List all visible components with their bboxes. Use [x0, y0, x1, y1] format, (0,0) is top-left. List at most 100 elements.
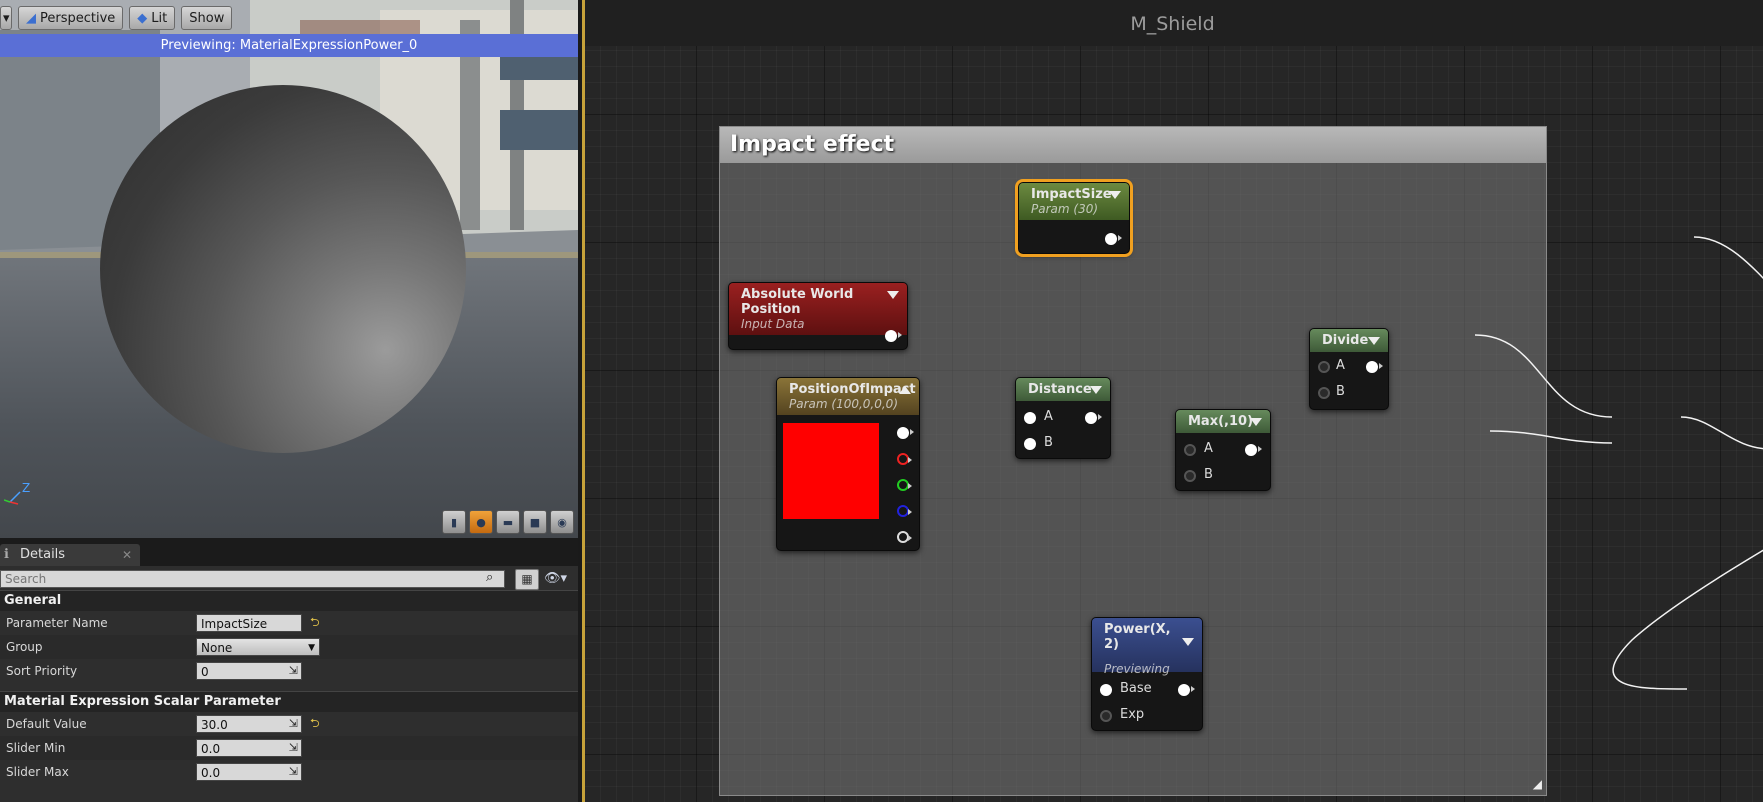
- node-abs-world-output-pin[interactable]: [885, 330, 902, 342]
- details-search-row: ⌕ ▦ 👁▾: [0, 568, 578, 590]
- node-distance-input-b[interactable]: [1024, 438, 1036, 450]
- collapse-arrow-icon[interactable]: [1090, 386, 1102, 394]
- lit-view-mode-button[interactable]: ◆ Lit: [129, 6, 176, 30]
- parameter-name-field[interactable]: ImpactSize: [196, 614, 302, 632]
- node-max-input-b[interactable]: [1184, 470, 1196, 482]
- node-divide-pin-b-label: B: [1336, 384, 1345, 399]
- details-info-icon: ℹ: [4, 547, 9, 562]
- show-label: Show: [189, 10, 225, 26]
- plane-icon[interactable]: ▬: [496, 510, 520, 534]
- node-absolute-world-position[interactable]: Absolute World Position Input Data: [728, 282, 908, 350]
- node-position-b-output-pin[interactable]: [897, 505, 912, 517]
- collapse-arrow-icon[interactable]: [1368, 337, 1380, 345]
- collapse-arrow-icon[interactable]: [1109, 191, 1121, 199]
- node-power-header[interactable]: Power(X, 2) Previewing: [1092, 618, 1202, 676]
- node-position-a-output-pin[interactable]: [897, 531, 912, 543]
- node-max-pin-b-label: B: [1204, 467, 1213, 482]
- node-divide-output-pin[interactable]: [1366, 361, 1383, 373]
- node-position-rgb-output-pin[interactable]: [897, 427, 914, 439]
- node-abs-world-header[interactable]: Absolute World Position Input Data: [729, 283, 907, 335]
- slider-min-field[interactable]: 0.0: [196, 739, 302, 757]
- node-distance[interactable]: Distance A B: [1015, 377, 1111, 459]
- node-position-g-output-pin[interactable]: [897, 479, 912, 491]
- node-max-input-a[interactable]: [1184, 444, 1196, 456]
- parameter-name-row: Parameter Name ImpactSize ⮌: [0, 611, 578, 635]
- material-graph-canvas[interactable]: M_Shield Impact effect ◢ ImpactSize Para…: [582, 0, 1763, 802]
- details-search-input[interactable]: [0, 570, 505, 588]
- default-value-label: Default Value: [6, 717, 87, 731]
- slider-max-field[interactable]: 0.0: [196, 763, 302, 781]
- lit-label: Lit: [151, 10, 168, 26]
- node-max-header[interactable]: Max(,10): [1176, 410, 1270, 433]
- view-options-eye-icon[interactable]: 👁▾: [544, 571, 567, 586]
- details-tab[interactable]: ℹ Details ✕: [0, 544, 140, 566]
- property-matrix-icon[interactable]: ▦: [515, 569, 539, 590]
- node-impactsize-header[interactable]: ImpactSize Param (30): [1019, 183, 1129, 220]
- node-position-header[interactable]: PositionOfImpact Param (100,0,0,0): [777, 378, 919, 415]
- node-divide-header[interactable]: Divide: [1310, 329, 1388, 352]
- graph-focus-edge: [582, 0, 585, 802]
- node-power-title: Power(X, 2): [1104, 622, 1171, 652]
- node-max-output-pin[interactable]: [1245, 444, 1262, 456]
- search-icon[interactable]: ⌕: [486, 571, 500, 585]
- collapse-arrow-icon[interactable]: [1182, 638, 1194, 646]
- slider-min-label: Slider Min: [6, 741, 66, 755]
- collapse-arrow-icon[interactable]: [887, 291, 899, 299]
- sort-priority-field[interactable]: 0: [196, 662, 302, 680]
- sort-priority-label: Sort Priority: [6, 664, 78, 678]
- perspective-icon: ◢: [26, 10, 36, 26]
- lit-cube-icon: ◆: [137, 10, 148, 26]
- node-distance-input-a[interactable]: [1024, 412, 1036, 424]
- comment-title[interactable]: Impact effect: [720, 127, 1546, 163]
- collapse-arrow-icon[interactable]: [1250, 418, 1262, 426]
- node-max[interactable]: Max(,10) A B: [1175, 409, 1271, 491]
- node-distance-output-pin[interactable]: [1085, 412, 1102, 424]
- node-power-pin-exp-label: Exp: [1120, 707, 1145, 722]
- sphere-icon[interactable]: ●: [469, 510, 493, 534]
- node-impactsize[interactable]: ImpactSize Param (30): [1015, 179, 1133, 257]
- node-power-input-exp[interactable]: [1100, 710, 1112, 722]
- node-abs-world-subtitle: Input Data: [741, 317, 805, 331]
- node-max-pin-a-label: A: [1204, 441, 1213, 456]
- node-position-of-impact[interactable]: PositionOfImpact Param (100,0,0,0): [776, 377, 920, 551]
- graph-title: M_Shield: [582, 0, 1763, 46]
- close-tab-icon[interactable]: ✕: [122, 544, 132, 566]
- group-dropdown[interactable]: None: [196, 638, 320, 657]
- group-label: Group: [6, 640, 43, 654]
- show-button[interactable]: Show: [181, 6, 233, 30]
- preview-mesh-buttons: ▮ ● ▬ ■ ◉: [442, 510, 574, 534]
- viewport-options-dropdown[interactable]: ▾: [0, 6, 12, 30]
- node-position-r-output-pin[interactable]: [897, 453, 912, 465]
- node-divide-input-b[interactable]: [1318, 387, 1330, 399]
- node-distance-pin-b-label: B: [1044, 435, 1053, 450]
- node-power[interactable]: Power(X, 2) Previewing Base Exp: [1091, 617, 1203, 731]
- reset-to-default-icon[interactable]: ⮌: [310, 613, 320, 634]
- default-value-field[interactable]: 30.0: [196, 715, 302, 733]
- general-category-header[interactable]: General: [0, 590, 578, 611]
- node-impactsize-output-pin[interactable]: [1105, 233, 1122, 245]
- node-power-output-pin[interactable]: [1178, 684, 1195, 696]
- comment-resize-handle[interactable]: ◢: [1533, 777, 1542, 791]
- node-position-subtitle: Param (100,0,0,0): [789, 397, 898, 411]
- cylinder-icon[interactable]: ▮: [442, 510, 466, 534]
- color-swatch: [783, 423, 879, 519]
- viewport-toolbar: ▾ ◢ Perspective ◆ Lit Show: [0, 4, 233, 32]
- custom-mesh-icon[interactable]: ◉: [550, 510, 574, 534]
- cube-icon[interactable]: ■: [523, 510, 547, 534]
- node-divide[interactable]: Divide A B: [1309, 328, 1389, 410]
- node-divide-input-a[interactable]: [1318, 361, 1330, 373]
- scalar-parameter-category-header[interactable]: Material Expression Scalar Parameter: [0, 691, 578, 712]
- group-row: Group None: [0, 635, 578, 659]
- slider-max-row: Slider Max 0.0: [0, 760, 578, 784]
- perspective-button[interactable]: ◢ Perspective: [18, 6, 124, 30]
- node-divide-pin-a-label: A: [1336, 358, 1345, 373]
- node-abs-world-title: Absolute World Position: [741, 287, 854, 317]
- node-distance-pin-a-label: A: [1044, 409, 1053, 424]
- reset-default-value-icon[interactable]: ⮌: [310, 714, 320, 735]
- node-power-subtitle: Previewing: [1104, 662, 1170, 676]
- node-power-input-base[interactable]: [1100, 684, 1112, 696]
- expand-arrow-icon[interactable]: [899, 386, 911, 394]
- material-preview-viewport[interactable]: ▾ ◢ Perspective ◆ Lit Show Previewing: M…: [0, 0, 578, 538]
- sort-priority-row: Sort Priority 0: [0, 659, 578, 683]
- node-distance-header[interactable]: Distance: [1016, 378, 1110, 401]
